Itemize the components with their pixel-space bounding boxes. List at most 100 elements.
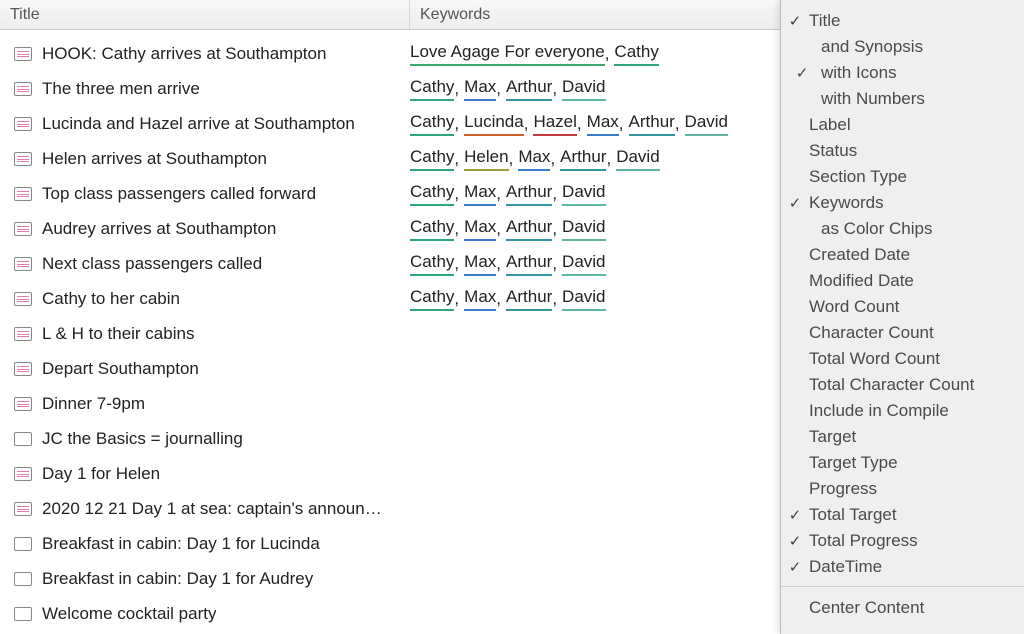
menu-label: Modified Date bbox=[809, 271, 1024, 291]
keyword-chip[interactable]: David bbox=[562, 181, 605, 205]
keyword-separator: , bbox=[496, 289, 501, 309]
cell-keywords: Cathy,Lucinda,Hazel,Max,Arthur,David bbox=[410, 111, 780, 135]
keyword-chip[interactable]: Cathy bbox=[410, 111, 454, 135]
keyword-chip[interactable]: Arthur bbox=[506, 76, 552, 100]
menu-item[interactable]: Target Type bbox=[781, 450, 1024, 476]
keyword-chip[interactable]: Cathy bbox=[410, 76, 454, 100]
menu-item[interactable]: ✓Keywords bbox=[781, 190, 1024, 216]
column-header-keywords[interactable]: Keywords bbox=[410, 0, 780, 29]
keyword-chip[interactable]: Cathy bbox=[614, 41, 658, 65]
keyword-chip[interactable]: Max bbox=[587, 111, 619, 135]
keyword-chip[interactable]: Cathy bbox=[410, 146, 454, 170]
keyword-chip[interactable]: Love Agage For everyone bbox=[410, 41, 605, 65]
table-row[interactable]: Top class passengers called forward Cathy… bbox=[0, 176, 780, 211]
table-row[interactable]: L & H to their cabins bbox=[0, 316, 780, 351]
table-row[interactable]: Next class passengers calledCathy,Max,Ar… bbox=[0, 246, 780, 281]
menu-item-center-content[interactable]: Center Content bbox=[781, 595, 1024, 621]
menu-item[interactable]: Word Count bbox=[781, 294, 1024, 320]
menu-item[interactable]: Total Character Count bbox=[781, 372, 1024, 398]
table-row[interactable]: Helen arrives at SouthamptonCathy,Helen,… bbox=[0, 141, 780, 176]
table-row[interactable]: Welcome cocktail party bbox=[0, 596, 780, 631]
outline-table: Title Keywords HOOK: Cathy arrives at So… bbox=[0, 0, 780, 634]
menu-label: and Synopsis bbox=[809, 37, 1024, 57]
column-header-title[interactable]: Title bbox=[0, 0, 410, 29]
menu-item[interactable]: Status bbox=[781, 138, 1024, 164]
table-row[interactable]: Dinner 7-9pm bbox=[0, 386, 780, 421]
menu-item[interactable]: Include in Compile bbox=[781, 398, 1024, 424]
table-row[interactable]: Breakfast in cabin: Day 1 for Lucinda bbox=[0, 526, 780, 561]
keyword-chip[interactable]: David bbox=[562, 76, 605, 100]
menu-item[interactable]: as Color Chips bbox=[781, 216, 1024, 242]
keyword-chip[interactable]: Arthur bbox=[560, 146, 606, 170]
menu-item[interactable]: and Synopsis bbox=[781, 34, 1024, 60]
cell-keywords: Love Agage For everyone,Cathy bbox=[410, 41, 780, 65]
keyword-chip[interactable]: Arthur bbox=[506, 251, 552, 275]
check-icon: ✓ bbox=[781, 194, 809, 212]
cell-title: HOOK: Cathy arrives at Southampton bbox=[14, 44, 410, 64]
keyword-chip[interactable]: Max bbox=[518, 146, 550, 170]
document-icon bbox=[14, 82, 32, 96]
keyword-chip[interactable]: David bbox=[562, 251, 605, 275]
keyword-chip[interactable]: Max bbox=[464, 251, 496, 275]
menu-item[interactable]: ✓DateTime bbox=[781, 554, 1024, 580]
cell-title: JC the Basics = journalling bbox=[14, 429, 410, 449]
menu-item[interactable]: ✓Total Target bbox=[781, 502, 1024, 528]
menu-item[interactable]: Section Type bbox=[781, 164, 1024, 190]
table-row[interactable]: HOOK: Cathy arrives at SouthamptonLove A… bbox=[0, 36, 780, 71]
keyword-chip[interactable]: Cathy bbox=[410, 216, 454, 240]
keyword-chip[interactable]: Helen bbox=[464, 146, 508, 170]
menu-item[interactable]: Modified Date bbox=[781, 268, 1024, 294]
cell-title: Top class passengers called forward bbox=[14, 184, 410, 204]
keyword-chip[interactable]: Cathy bbox=[410, 181, 454, 205]
keyword-chip[interactable]: Max bbox=[464, 181, 496, 205]
table-row[interactable]: Depart Southampton bbox=[0, 351, 780, 386]
keyword-chip[interactable]: Arthur bbox=[506, 216, 552, 240]
menu-item[interactable]: Created Date bbox=[781, 242, 1024, 268]
menu-item[interactable]: ✓Title bbox=[781, 8, 1024, 34]
row-title: Top class passengers called forward bbox=[42, 184, 316, 204]
keyword-chip[interactable]: Max bbox=[464, 216, 496, 240]
menu-item[interactable]: ✓Total Progress bbox=[781, 528, 1024, 554]
menu-item[interactable]: Label bbox=[781, 112, 1024, 138]
keyword-chip[interactable]: Cathy bbox=[410, 286, 454, 310]
table-row[interactable]: Lucinda and Hazel arrive at Southampton C… bbox=[0, 106, 780, 141]
keyword-chip[interactable]: David bbox=[562, 286, 605, 310]
menu-item[interactable]: Character Count bbox=[781, 320, 1024, 346]
keyword-chip[interactable]: Arthur bbox=[629, 111, 675, 135]
menu-item[interactable]: Total Word Count bbox=[781, 346, 1024, 372]
menu-item[interactable]: Target bbox=[781, 424, 1024, 450]
keyword-chip[interactable]: David bbox=[562, 216, 605, 240]
table-row[interactable]: 2020 12 21 Day 1 at sea: captain's annou… bbox=[0, 491, 780, 526]
keyword-separator: , bbox=[577, 114, 582, 134]
keyword-chip[interactable]: Max bbox=[464, 76, 496, 100]
keyword-chip[interactable]: Arthur bbox=[506, 286, 552, 310]
keyword-chip[interactable]: Arthur bbox=[506, 181, 552, 205]
menu-label: Include in Compile bbox=[809, 401, 1024, 421]
table-row[interactable]: Audrey arrives at SouthamptonCathy,Max,A… bbox=[0, 211, 780, 246]
cell-keywords: Cathy,Max,Arthur,David bbox=[410, 251, 780, 275]
menu-item[interactable]: Progress bbox=[781, 476, 1024, 502]
cell-keywords: Cathy,Max,Arthur,David bbox=[410, 76, 780, 100]
keyword-separator: , bbox=[454, 114, 459, 134]
keyword-separator: , bbox=[496, 79, 501, 99]
row-title: Helen arrives at Southampton bbox=[42, 149, 267, 169]
cell-title: Audrey arrives at Southampton bbox=[14, 219, 410, 239]
menu-label: Word Count bbox=[809, 297, 1024, 317]
table-row[interactable]: Day 1 for Helen bbox=[0, 456, 780, 491]
table-row[interactable]: Breakfast in cabin: Day 1 for Audrey bbox=[0, 561, 780, 596]
keyword-chip[interactable]: Cathy bbox=[410, 251, 454, 275]
menu-item[interactable]: with Numbers bbox=[781, 86, 1024, 112]
table-row[interactable]: JC the Basics = journalling bbox=[0, 421, 780, 456]
table-row[interactable]: The three men arriveCathy,Max,Arthur,Dav… bbox=[0, 71, 780, 106]
row-title: Day 1 for Helen bbox=[42, 464, 160, 484]
keyword-chip[interactable]: Max bbox=[464, 286, 496, 310]
menu-item[interactable]: ✓with Icons bbox=[781, 60, 1024, 86]
table-row[interactable]: Cathy to her cabinCathy,Max,Arthur,David bbox=[0, 281, 780, 316]
keyword-chip[interactable]: Hazel bbox=[533, 111, 576, 135]
row-title: Lucinda and Hazel arrive at Southampton bbox=[42, 114, 355, 134]
keyword-chip[interactable]: Lucinda bbox=[464, 111, 524, 135]
cell-title: The three men arrive bbox=[14, 79, 410, 99]
keyword-chip[interactable]: David bbox=[616, 146, 659, 170]
keyword-chip[interactable]: David bbox=[685, 111, 728, 135]
document-icon bbox=[14, 327, 32, 341]
